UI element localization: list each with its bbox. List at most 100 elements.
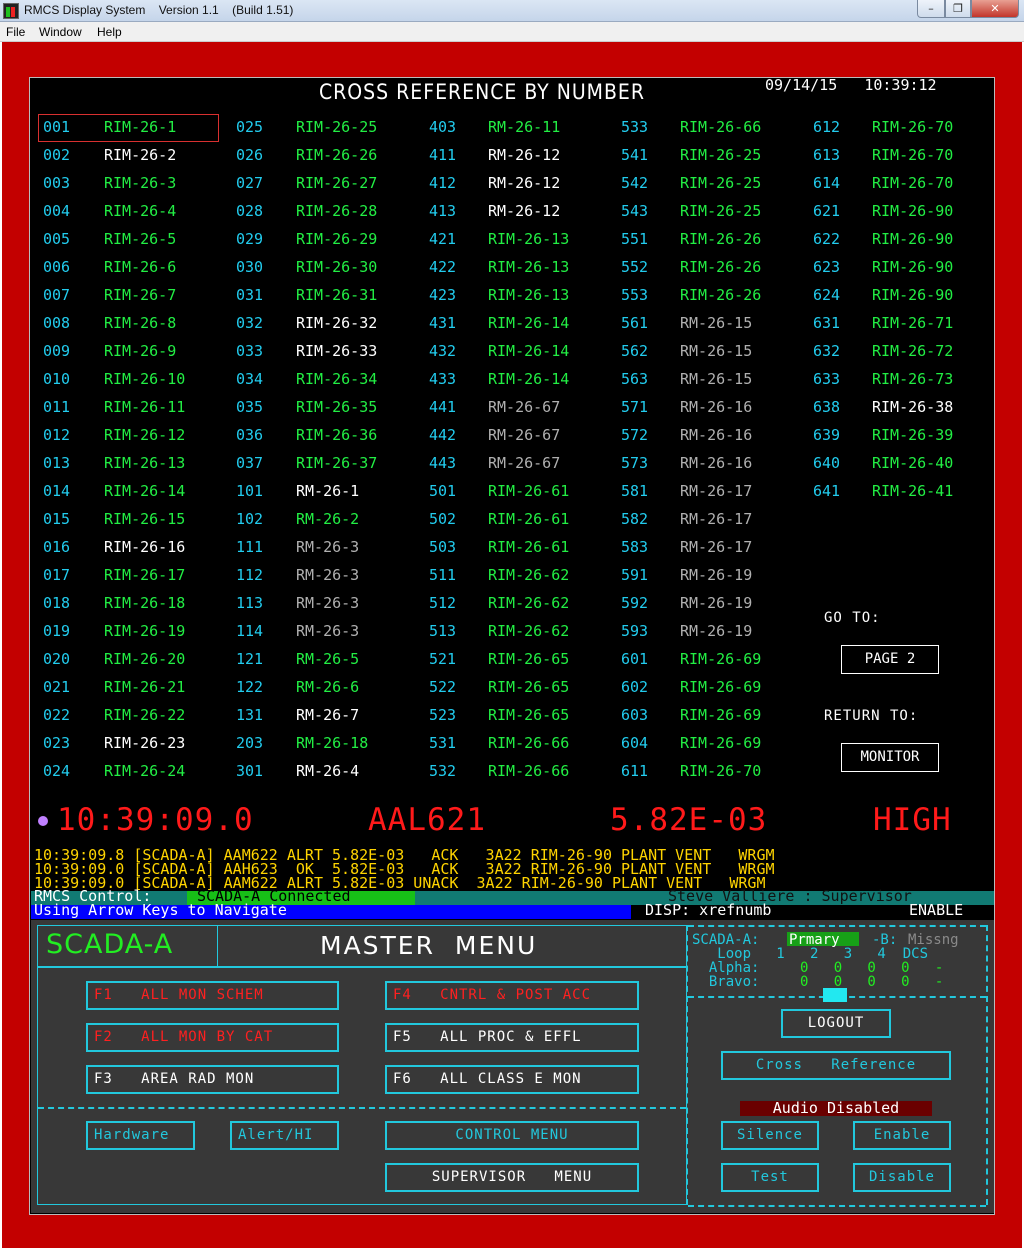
xref-number[interactable]: 034 [236,371,263,387]
xref-monitor-id[interactable]: RM-26-15 [680,343,752,359]
xref-monitor-id[interactable]: RIM-26-11 [104,399,185,415]
xref-monitor-id[interactable]: RIM-26-61 [488,539,569,555]
xref-monitor-id[interactable]: RIM-26-61 [488,511,569,527]
xref-number[interactable]: 016 [43,539,70,555]
xref-number[interactable]: 621 [813,203,840,219]
xref-monitor-id[interactable]: RM-26-67 [488,455,560,471]
xref-number[interactable]: 601 [621,651,648,667]
xref-number[interactable]: 503 [429,539,456,555]
xref-monitor-id[interactable]: RIM-26-62 [488,595,569,611]
xref-number[interactable]: 513 [429,623,456,639]
xref-number[interactable]: 018 [43,595,70,611]
xref-number[interactable]: 561 [621,315,648,331]
xref-monitor-id[interactable]: RIM-26-17 [104,567,185,583]
xref-monitor-id[interactable]: RIM-26-25 [296,119,377,135]
xref-number[interactable]: 512 [429,595,456,611]
xref-number[interactable]: 592 [621,595,648,611]
xref-monitor-id[interactable]: RIM-26-9 [104,343,176,359]
xref-number[interactable]: 004 [43,203,70,219]
xref-monitor-id[interactable]: RIM-26-25 [680,175,761,191]
xref-number[interactable]: 638 [813,399,840,415]
xref-monitor-id[interactable]: RM-26-16 [680,455,752,471]
xref-number[interactable]: 421 [429,231,456,247]
xref-number[interactable]: 001 [43,119,70,135]
xref-monitor-id[interactable]: RIM-26-20 [104,651,185,667]
xref-number[interactable]: 003 [43,175,70,191]
xref-monitor-id[interactable]: RM-26-67 [488,427,560,443]
xref-monitor-id[interactable]: RM-26-16 [680,399,752,415]
xref-monitor-id[interactable]: RM-26-2 [296,511,359,527]
xref-monitor-id[interactable]: RM-26-17 [680,483,752,499]
xref-number[interactable]: 030 [236,259,263,275]
xref-number[interactable]: 006 [43,259,70,275]
xref-monitor-id[interactable]: RIM-26-6 [104,259,176,275]
xref-number[interactable]: 012 [43,427,70,443]
xref-monitor-id[interactable]: RM-26-12 [488,175,560,191]
xref-number[interactable]: 593 [621,623,648,639]
xref-monitor-id[interactable]: RIM-26-14 [488,371,569,387]
xref-number[interactable]: 563 [621,371,648,387]
xref-number[interactable]: 624 [813,287,840,303]
xref-monitor-id[interactable]: RIM-26-35 [296,399,377,415]
xref-number[interactable]: 036 [236,427,263,443]
xref-monitor-id[interactable]: RIM-26-70 [872,175,953,191]
xref-number[interactable]: 531 [429,735,456,751]
xref-number[interactable]: 111 [236,539,263,555]
xref-monitor-id[interactable]: RIM-26-19 [104,623,185,639]
xref-number[interactable]: 024 [43,763,70,779]
xref-number[interactable]: 033 [236,343,263,359]
xref-number[interactable]: 582 [621,511,648,527]
xref-number[interactable]: 552 [621,259,648,275]
xref-number[interactable]: 422 [429,259,456,275]
xref-monitor-id[interactable]: RM-26-5 [296,651,359,667]
xref-monitor-id[interactable]: RM-26-6 [296,679,359,695]
f2-all-mon-by-cat-button[interactable]: F2 ALL MON BY CAT [86,1023,339,1052]
xref-number[interactable]: 581 [621,483,648,499]
xref-monitor-id[interactable]: RIM-26-90 [872,203,953,219]
xref-number[interactable]: 442 [429,427,456,443]
xref-number[interactable]: 614 [813,175,840,191]
xref-number[interactable]: 562 [621,343,648,359]
xref-number[interactable]: 573 [621,455,648,471]
xref-monitor-id[interactable]: RM-26-11 [488,119,560,135]
xref-number[interactable]: 611 [621,763,648,779]
xref-number[interactable]: 102 [236,511,263,527]
xref-monitor-id[interactable]: RM-26-3 [296,567,359,583]
xref-number[interactable]: 443 [429,455,456,471]
xref-monitor-id[interactable]: RM-26-3 [296,595,359,611]
xref-number[interactable]: 026 [236,147,263,163]
xref-number[interactable]: 583 [621,539,648,555]
xref-number[interactable]: 021 [43,679,70,695]
xref-number[interactable]: 411 [429,147,456,163]
xref-monitor-id[interactable]: RIM-26-1 [104,119,176,135]
xref-monitor-id[interactable]: RIM-26-3 [104,175,176,191]
xref-number[interactable]: 523 [429,707,456,723]
xref-monitor-id[interactable]: RIM-26-13 [488,287,569,303]
xref-number[interactable]: 571 [621,399,648,415]
xref-monitor-id[interactable]: RM-26-4 [296,763,359,779]
xref-number[interactable]: 641 [813,483,840,499]
xref-monitor-id[interactable]: RIM-26-73 [872,371,953,387]
disable-button[interactable]: Disable [853,1163,951,1192]
xref-number[interactable]: 542 [621,175,648,191]
xref-monitor-id[interactable]: RIM-26-2 [104,147,176,163]
xref-number[interactable]: 423 [429,287,456,303]
xref-number[interactable]: 017 [43,567,70,583]
xref-monitor-id[interactable]: RIM-26-28 [296,203,377,219]
xref-monitor-id[interactable]: RIM-26-38 [872,399,953,415]
xref-monitor-id[interactable]: RIM-26-15 [104,511,185,527]
xref-number[interactable]: 035 [236,399,263,415]
xref-monitor-id[interactable]: RIM-26-69 [680,679,761,695]
xref-monitor-id[interactable]: RIM-26-66 [488,735,569,751]
xref-monitor-id[interactable]: RIM-26-32 [296,315,377,331]
xref-number[interactable]: 640 [813,455,840,471]
xref-number[interactable]: 014 [43,483,70,499]
xref-number[interactable]: 612 [813,119,840,135]
xref-monitor-id[interactable]: RIM-26-8 [104,315,176,331]
xref-number[interactable]: 009 [43,343,70,359]
xref-number[interactable]: 403 [429,119,456,135]
xref-number[interactable]: 433 [429,371,456,387]
f6-all-class-e-mon-button[interactable]: F6 ALL CLASS E MON [385,1065,639,1094]
xref-monitor-id[interactable]: RIM-26-61 [488,483,569,499]
xref-number[interactable]: 502 [429,511,456,527]
